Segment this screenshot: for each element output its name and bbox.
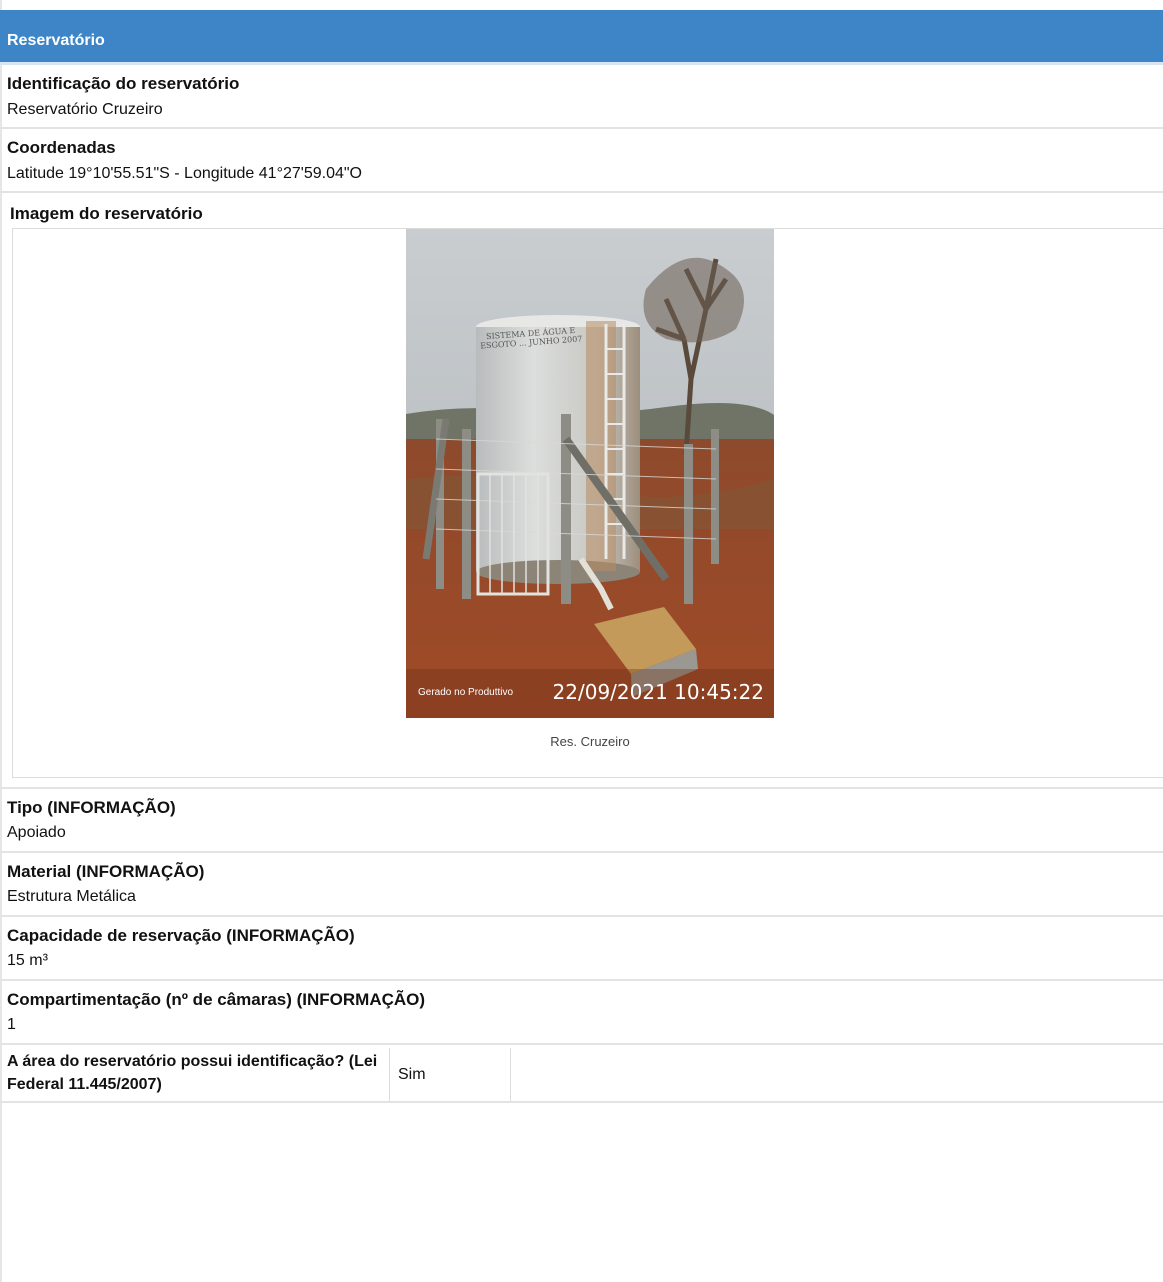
field-compartimentacao: Compartimentação (nº de câmaras) (INFORM… xyxy=(0,982,1163,1042)
field-label: Identificação do reservatório xyxy=(7,74,240,93)
reservoir-photo-graphic xyxy=(406,229,774,718)
field-capacidade: Capacidade de reservação (INFORMAÇÃO) 15… xyxy=(0,918,1163,978)
divider xyxy=(0,787,1163,789)
field-value: Reservatório Cruzeiro xyxy=(7,101,163,118)
field-value: Estrutura Metálica xyxy=(7,888,136,905)
field-material: Material (INFORMAÇÃO) Estrutura Metálica xyxy=(0,854,1163,914)
field-label: Compartimentação (nº de câmaras) (INFORM… xyxy=(7,990,426,1009)
divider xyxy=(0,127,1163,129)
section-header: Reservatório xyxy=(0,10,1163,65)
field-tipo: Tipo (INFORMAÇÃO) Apoiado xyxy=(0,790,1163,850)
field-value: 1 xyxy=(7,1016,16,1033)
field-label: Material (INFORMAÇÃO) xyxy=(7,862,205,881)
field-label: Coordenadas xyxy=(7,138,116,157)
field-coordenadas: Coordenadas Latitude 19°10'55.51"S - Lon… xyxy=(0,130,1163,190)
divider xyxy=(0,979,1163,981)
photo-stamp-app: Gerado no Produttivo xyxy=(418,687,514,698)
divider xyxy=(0,915,1163,917)
field-label: Capacidade de reservação (INFORMAÇÃO) xyxy=(7,926,355,945)
field-value: Latitude 19°10'55.51"S - Longitude 41°27… xyxy=(7,165,362,182)
table-cell-label: A área do reservatório possui identifica… xyxy=(7,1053,378,1093)
divider xyxy=(0,1043,1163,1045)
table-cell-divider xyxy=(510,1048,511,1102)
table-row-identificacao-area: A área do reservatório possui identifica… xyxy=(0,1048,1163,1102)
field-label: Tipo (INFORMAÇÃO) xyxy=(7,798,176,817)
divider xyxy=(0,851,1163,853)
image-caption: Res. Cruzeiro xyxy=(550,734,630,749)
photo-stamp-datetime: 22/09/2021 10:45:22 xyxy=(552,680,764,704)
table-cell-divider xyxy=(389,1048,390,1102)
table-cell-value: Sim xyxy=(398,1066,426,1083)
field-identificacao: Identificação do reservatório Reservatór… xyxy=(0,66,1163,128)
field-value: 15 m³ xyxy=(7,952,48,969)
field-value: Apoiado xyxy=(7,824,66,841)
divider xyxy=(0,1101,1163,1103)
field-imagem: Imagem do reservatório xyxy=(0,194,1163,224)
divider xyxy=(0,191,1163,193)
reservoir-photo[interactable]: SISTEMA DE ÁGUA E ESGOTO ... JUNHO 2007 … xyxy=(406,229,774,718)
section-title: Reservatório xyxy=(7,32,105,49)
field-label: Imagem do reservatório xyxy=(10,204,203,223)
